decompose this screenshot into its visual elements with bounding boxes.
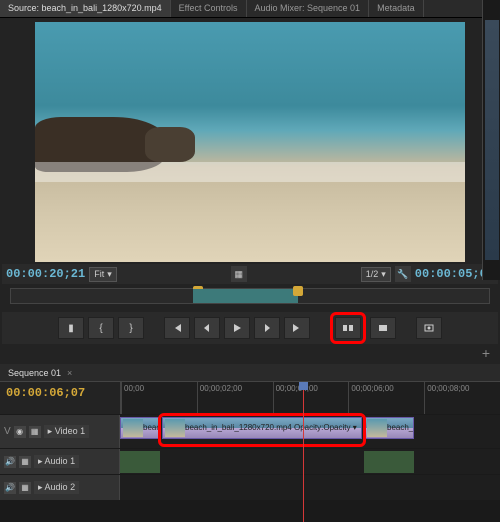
tab-source[interactable]: Source: beach_in_bali_1280x720.mp4 — [0, 0, 171, 17]
source-monitor: 00:00:20;21 Fit▾ ▦ 1/2▾ 🔧 00:00:05;07 ▮ … — [0, 18, 500, 364]
ruler-tick: 00;00;08;00 — [424, 382, 500, 414]
step-forward-button[interactable] — [254, 317, 280, 339]
preview-foam — [35, 162, 465, 182]
settings-icon[interactable]: ▦ — [231, 266, 247, 282]
speaker-icon[interactable]: 🔊 — [4, 482, 16, 494]
lock-icon[interactable]: ▦ — [19, 482, 31, 494]
marker-button[interactable]: ▮ — [58, 317, 84, 339]
plus-icon[interactable]: + — [482, 345, 490, 361]
program-monitor-edge — [482, 0, 500, 280]
ruler-tick: 00;00;02;00 — [197, 382, 273, 414]
transport-controls: ▮ { } — [2, 312, 498, 344]
timeline-header: 00:00:06;07 00;00 00;00;02;00 00;00;04;0… — [0, 382, 500, 414]
insert-button[interactable] — [335, 317, 361, 339]
play-button[interactable] — [224, 317, 250, 339]
track-name[interactable]: ▸ Video 1 — [44, 425, 89, 438]
audio-track-content[interactable] — [120, 449, 500, 474]
tab-audio-mixer[interactable]: Audio Mixer: Sequence 01 — [247, 0, 370, 17]
in-out-range — [193, 289, 298, 303]
out-marker-icon[interactable] — [293, 286, 303, 296]
audio-clip[interactable] — [120, 451, 160, 473]
add-controls-row: + — [2, 344, 498, 362]
in-point-timecode[interactable]: 00:00:20;21 — [6, 267, 85, 281]
ruler-tick: 00;00;06;00 — [348, 382, 424, 414]
tab-effect-controls[interactable]: Effect Controls — [171, 0, 247, 17]
video-track-header[interactable]: V ◉ ▦ ▸ Video 1 — [0, 415, 120, 448]
export-frame-button[interactable] — [416, 317, 442, 339]
lock-icon[interactable]: ▦ — [29, 426, 41, 438]
time-ruler[interactable]: 00;00 00;00;02;00 00;00;04;00 00;00;06;0… — [120, 382, 500, 414]
go-to-in-button[interactable] — [164, 317, 190, 339]
resolution-dropdown[interactable]: 1/2▾ — [361, 267, 391, 282]
source-info-bar: 00:00:20;21 Fit▾ ▦ 1/2▾ 🔧 00:00:05;07 — [2, 264, 498, 284]
chevron-down-icon: ▾ — [107, 269, 112, 280]
wrench-icon[interactable]: 🔧 — [395, 266, 411, 282]
audio-track-header[interactable]: 🔊 ▦ ▸ Audio 2 — [0, 475, 120, 500]
speaker-icon[interactable]: 🔊 — [4, 456, 16, 468]
video-clip[interactable]: beach_in — [364, 417, 414, 439]
audio-clip[interactable] — [364, 451, 414, 473]
mark-out-button[interactable]: } — [118, 317, 144, 339]
eye-icon[interactable]: ◉ — [14, 426, 26, 438]
chevron-down-icon: ▾ — [381, 269, 386, 280]
video-clip-main[interactable]: beach_in_bali_1280x720.mp4 Opacity:Opaci… — [162, 417, 362, 439]
sequence-tab[interactable]: Sequence 01 × — [0, 364, 500, 382]
source-scrubber[interactable] — [2, 284, 498, 312]
video-track-content[interactable]: beach_ beach_in_bali_1280x720.mp4 Opacit… — [120, 415, 500, 448]
track-name[interactable]: ▸ Audio 2 — [34, 481, 79, 494]
audio-track-header[interactable]: 🔊 ▦ ▸ Audio 1 — [0, 449, 120, 474]
go-to-out-button[interactable] — [284, 317, 310, 339]
close-icon[interactable]: × — [67, 368, 72, 378]
ruler-tick: 00;00 — [121, 382, 197, 414]
audio-track-1: 🔊 ▦ ▸ Audio 1 — [0, 448, 500, 474]
zoom-dropdown[interactable]: Fit▾ — [89, 267, 117, 282]
audio-track-content[interactable] — [120, 475, 500, 500]
overwrite-button[interactable] — [370, 317, 396, 339]
video-preview[interactable] — [35, 22, 465, 262]
lock-icon[interactable]: ▦ — [19, 456, 31, 468]
mark-in-button[interactable]: { — [88, 317, 114, 339]
playhead-indicator[interactable] — [303, 382, 304, 522]
tab-metadata[interactable]: Metadata — [369, 0, 424, 17]
track-name[interactable]: ▸ Audio 1 — [34, 455, 79, 468]
video-clip[interactable]: beach_ — [120, 417, 160, 439]
highlight-insert — [330, 312, 366, 344]
v-source-label: V — [4, 426, 11, 437]
video-track-1: V ◉ ▦ ▸ Video 1 beach_ beach_in_bali_128… — [0, 414, 500, 448]
audio-track-2: 🔊 ▦ ▸ Audio 2 — [0, 474, 500, 500]
playhead-timecode[interactable]: 00:00:06;07 — [6, 386, 114, 400]
ruler-tick: 00;00;04;00 — [273, 382, 349, 414]
source-tabs: Source: beach_in_bali_1280x720.mp4 Effec… — [0, 0, 500, 18]
step-back-button[interactable] — [194, 317, 220, 339]
